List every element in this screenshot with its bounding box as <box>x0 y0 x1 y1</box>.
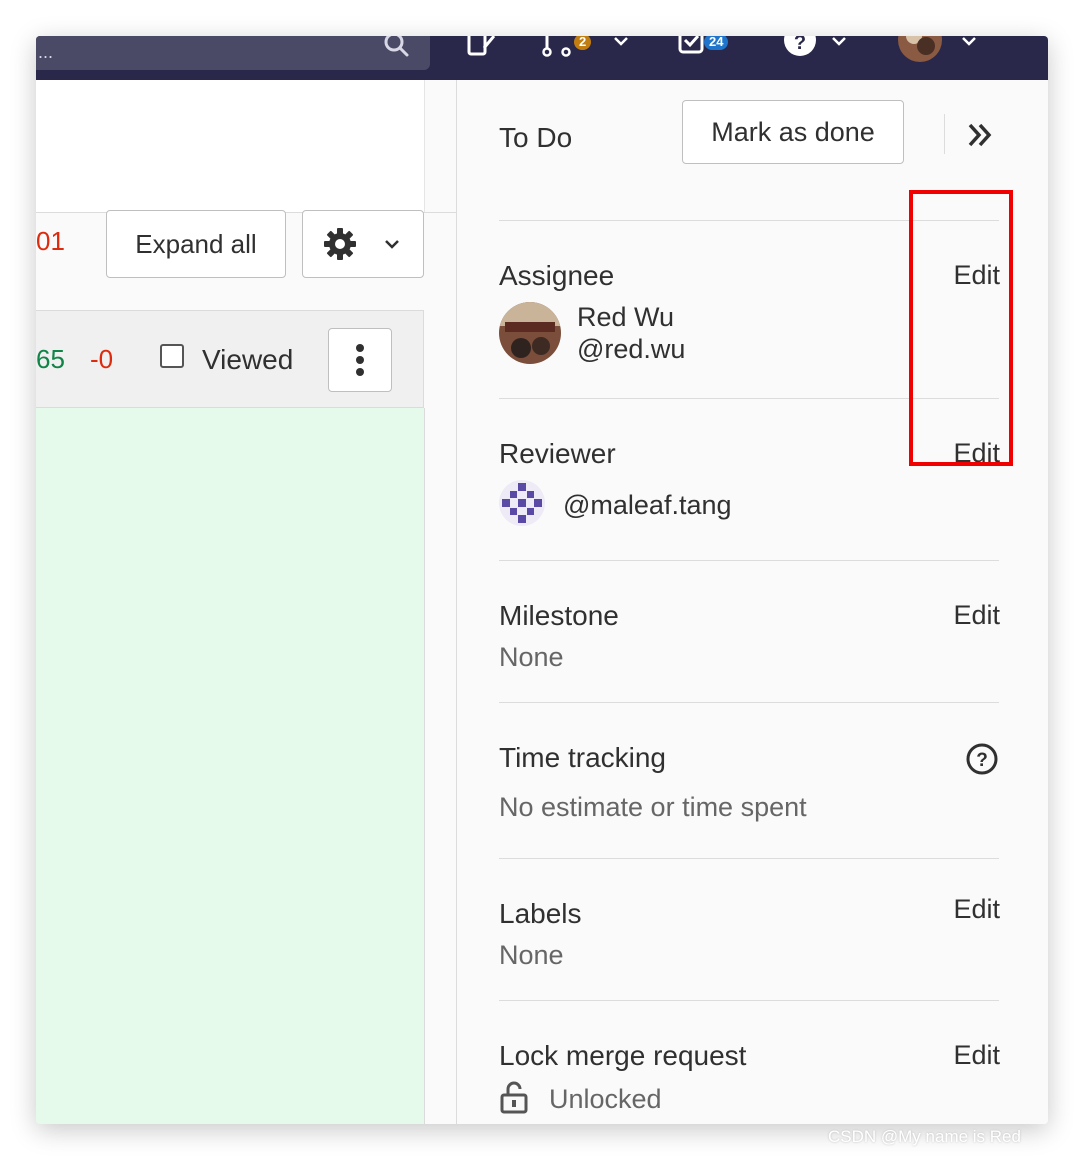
merge-requests-badge: 2 <box>574 36 592 50</box>
search-icon <box>384 36 409 57</box>
divider <box>499 702 999 703</box>
time-tracking-title: Time tracking <box>499 742 667 773</box>
question-circle-icon[interactable]: ? <box>965 742 999 776</box>
chevron-down-icon <box>614 37 628 46</box>
chevron-double-right-icon[interactable] <box>965 120 995 150</box>
viewed-checkbox[interactable] <box>160 344 184 368</box>
header-separator <box>944 114 945 154</box>
file-options-button[interactable] <box>328 328 392 392</box>
help-menu[interactable]: ? <box>784 36 854 58</box>
deletions-count: -0 <box>90 344 114 374</box>
assignee-avatar[interactable] <box>499 302 561 364</box>
lock-value: Unlocked <box>549 1084 662 1114</box>
assignee-name[interactable]: Red Wu <box>577 302 674 333</box>
milestone-title: Milestone <box>499 600 619 631</box>
todo-label: To Do <box>499 122 573 153</box>
reviewer-avatar[interactable] <box>499 480 545 526</box>
milestone-edit-link[interactable]: Edit <box>953 600 1000 631</box>
additions-count: 65 <box>36 344 65 374</box>
diff-page-header <box>36 80 456 213</box>
lock-edit-link[interactable]: Edit <box>953 1040 1000 1071</box>
edit-links-highlight <box>909 190 1013 466</box>
divider <box>499 1000 999 1001</box>
divider <box>499 858 999 859</box>
labels-edit-link[interactable]: Edit <box>953 894 1000 925</box>
left-header-strip <box>424 80 457 212</box>
milestone-value: None <box>499 642 564 672</box>
kebab-menu-icon <box>356 344 364 376</box>
user-avatar <box>898 36 942 62</box>
todos-menu[interactable]: 24 <box>678 36 752 58</box>
watermark: CSDN @My name is Red <box>828 1127 1021 1146</box>
merge-request-icon <box>542 36 571 57</box>
chevron-down-icon <box>385 240 399 249</box>
time-tracking-value: No estimate or time spent <box>499 792 807 822</box>
diff-content <box>36 408 425 1124</box>
search-input[interactable]: ... <box>36 36 430 70</box>
labels-value: None <box>499 940 564 970</box>
viewed-label[interactable]: Viewed <box>202 344 293 376</box>
merge-requests-menu[interactable]: 2 <box>540 36 636 58</box>
todos-badge: 24 <box>704 36 729 50</box>
todo-checkbox-icon <box>678 36 704 54</box>
create-snippet-icon[interactable] <box>466 36 500 58</box>
svg-text:?: ? <box>794 36 806 54</box>
assignee-username: @red.wu <box>577 334 686 364</box>
diff-settings-dropdown[interactable] <box>302 210 424 278</box>
app-window: ... 2 24 ? 01 Expand all 65 -0 Viewed To… <box>36 36 1048 1124</box>
mark-as-done-button[interactable]: Mark as done <box>682 100 904 164</box>
unlock-icon <box>500 1081 528 1114</box>
reviewer-username[interactable]: @maleaf.tang <box>563 490 732 521</box>
divider <box>499 560 999 561</box>
reviewer-title: Reviewer <box>499 438 616 469</box>
svg-text:?: ? <box>976 750 988 771</box>
assignee-title: Assignee <box>499 260 615 291</box>
chevron-down-icon <box>832 37 846 46</box>
expand-all-button[interactable]: Expand all <box>106 210 286 278</box>
search-placeholder: ... <box>38 42 54 62</box>
chevron-down-icon <box>962 37 976 46</box>
lock-title: Lock merge request <box>499 1040 747 1071</box>
question-circle-icon: ? <box>784 36 816 56</box>
labels-title: Labels <box>499 898 582 929</box>
gear-icon <box>324 228 356 260</box>
top-navbar: ... 2 24 ? <box>36 36 1048 80</box>
user-menu[interactable] <box>896 36 986 64</box>
changes-count: 01 <box>36 226 65 256</box>
